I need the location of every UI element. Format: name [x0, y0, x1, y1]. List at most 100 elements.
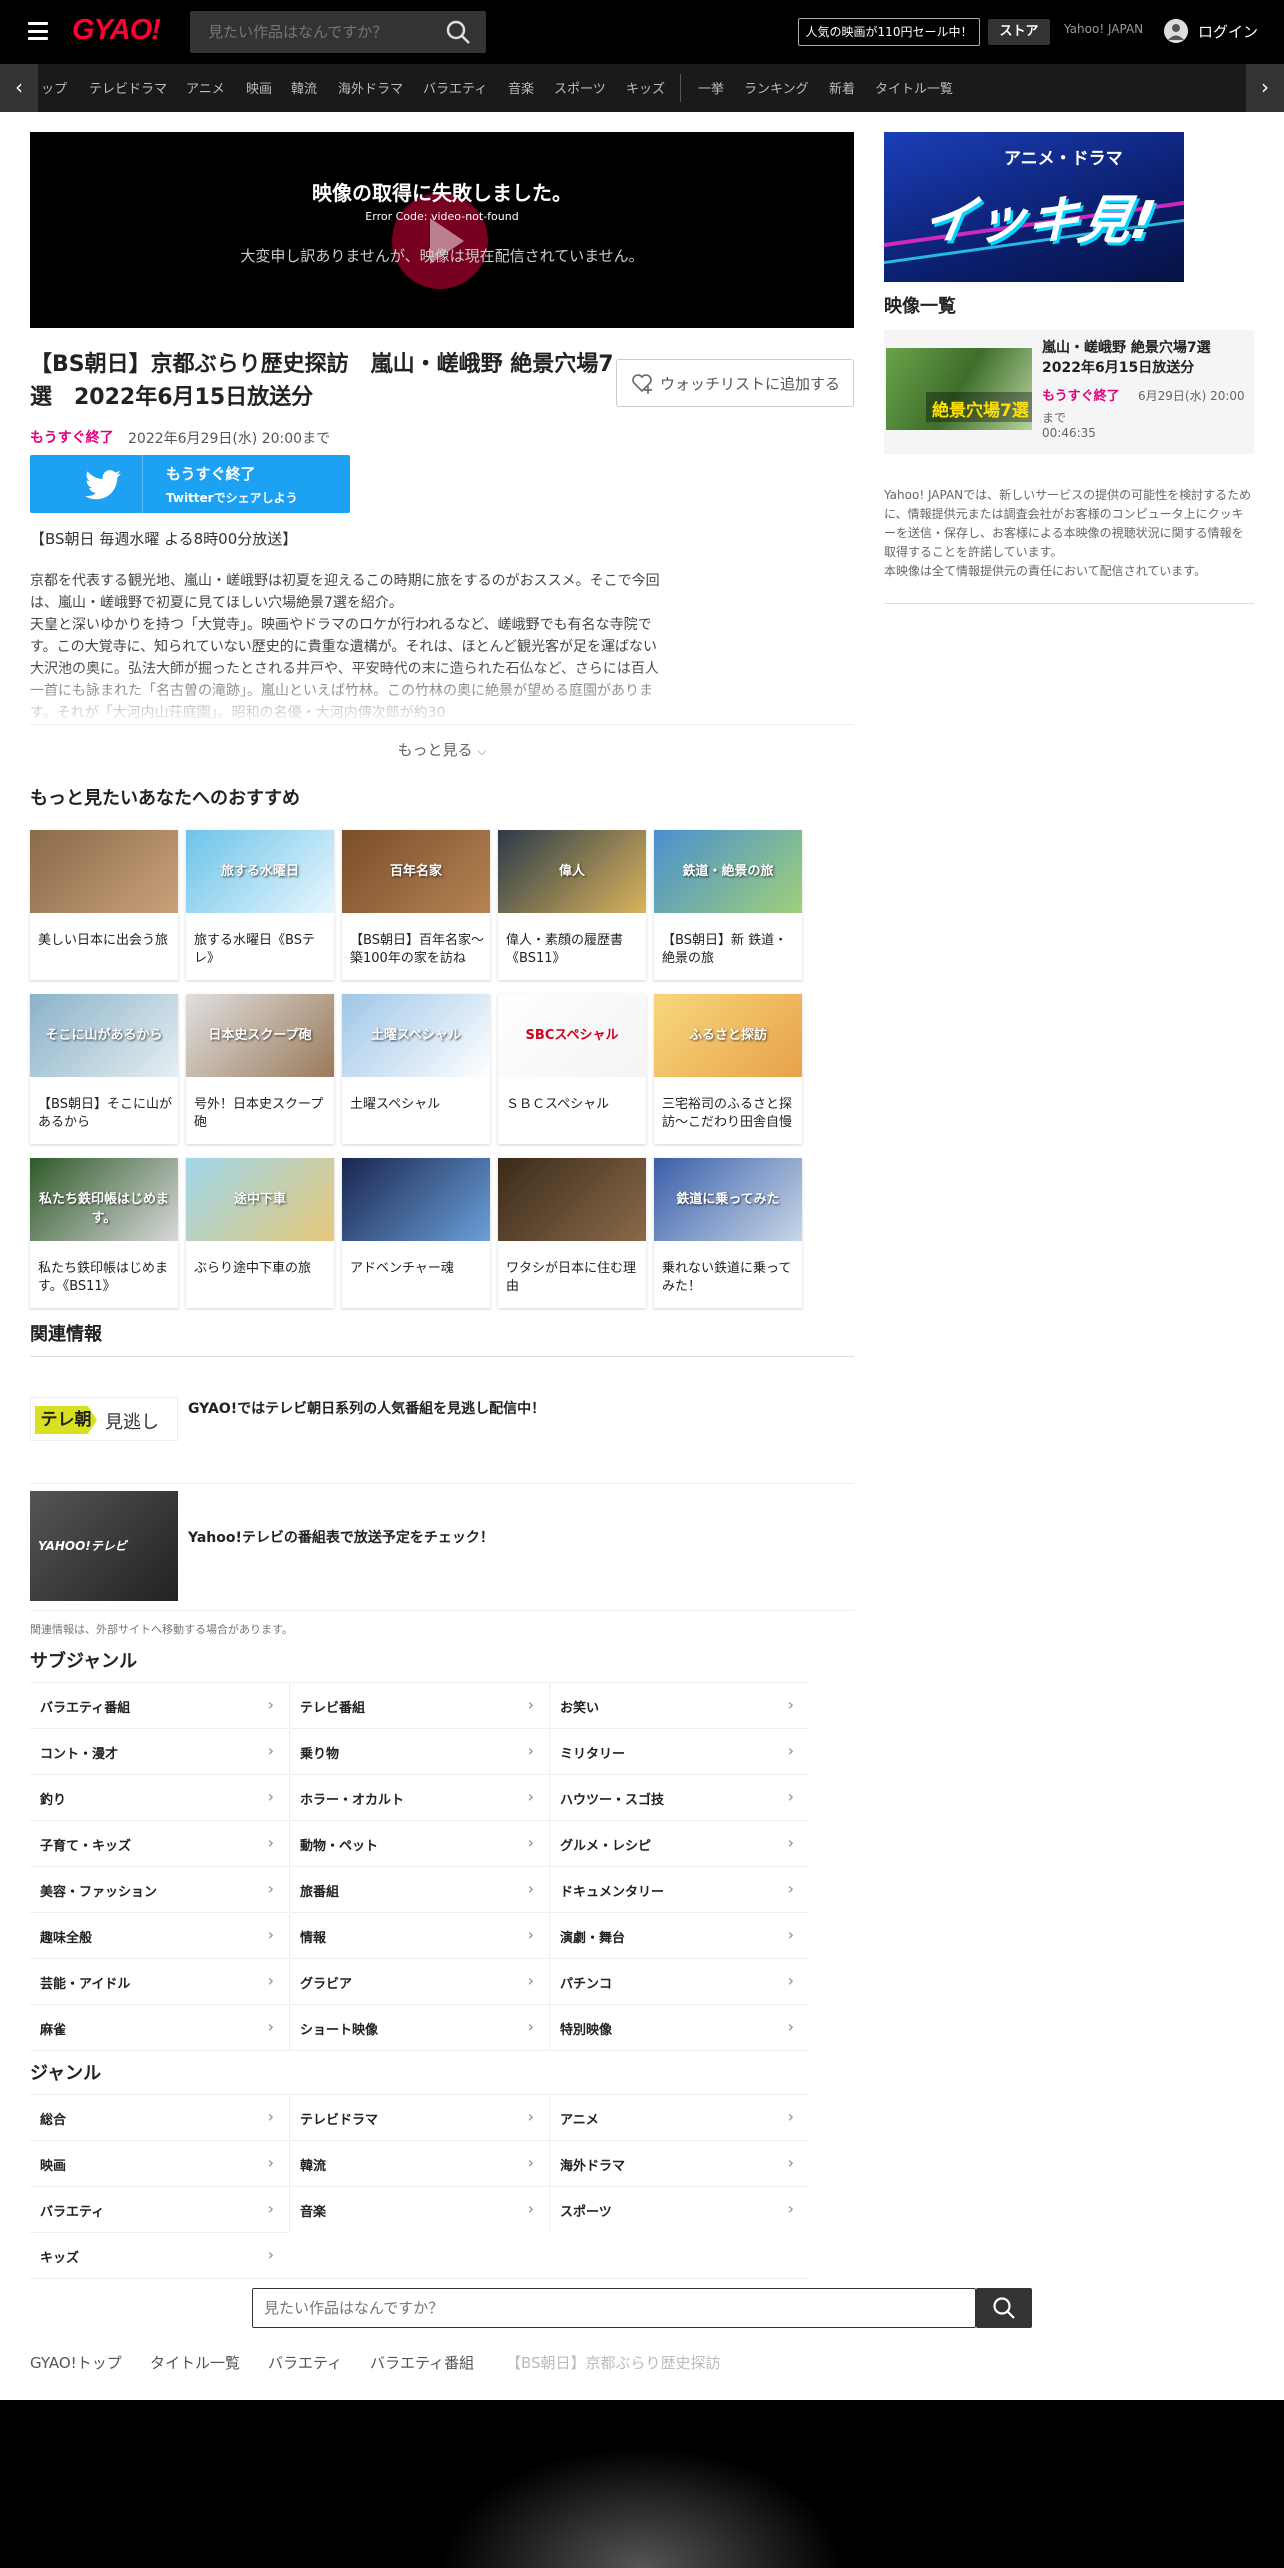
subgenre-item[interactable]: 麻雀 › — [30, 2004, 288, 2050]
recommend-thumbnail[interactable]: そこに山があるから — [30, 994, 178, 1077]
bottom-search-input[interactable] — [264, 2288, 964, 2328]
subgenre-item[interactable]: テレビ番組 › — [290, 1682, 548, 1728]
recommend-card[interactable]: アドベンチャー魂 — [342, 1158, 490, 1308]
subgenre-item[interactable]: 美容・ファッション › — [30, 1866, 288, 1912]
subgenre-item[interactable]: 旅番組 › — [290, 1866, 548, 1912]
recommend-thumbnail[interactable]: 旅する水曜日 — [186, 830, 334, 913]
genre-item[interactable]: テレビドラマ › — [290, 2094, 548, 2140]
recommend-card[interactable]: 私たち鉄印帳はじめます。 私たち鉄印帳はじめます。《BS11》 — [30, 1158, 178, 1308]
subgenre-item[interactable]: 釣り › — [30, 1774, 288, 1820]
recommend-thumbnail[interactable]: 日本史スクープ砲 — [186, 994, 334, 1077]
breadcrumb-variety[interactable]: バラエティ — [268, 2352, 342, 2373]
recommend-card[interactable]: 鉄道に乗ってみた 乗れない鉄道に乗ってみた！ — [654, 1158, 802, 1308]
menu-icon[interactable] — [28, 22, 48, 40]
search-input[interactable] — [208, 11, 448, 53]
yahoo-japan-link[interactable]: Yahoo! JAPAN — [1064, 22, 1143, 36]
breadcrumb-title-list[interactable]: タイトル一覧 — [150, 2352, 240, 2373]
breadcrumb-top[interactable]: GYAO!トップ — [30, 2352, 122, 2373]
genre-item[interactable]: 映画 › — [30, 2140, 288, 2186]
subgenre-item[interactable]: 芸能・アイドル › — [30, 1958, 288, 2004]
yahoo-tv-image[interactable]: YAHOO!テレビ — [30, 1491, 178, 1601]
genre-item[interactable]: 音楽 › — [290, 2186, 548, 2232]
recommend-card[interactable]: 偉人 偉人・素顔の履歴書《BS11》 — [498, 830, 646, 980]
genre-item[interactable]: キッズ › — [30, 2232, 288, 2278]
recommend-card[interactable]: 途中下車 ぶらり途中下車の旅 — [186, 1158, 334, 1308]
video-list-thumbnail[interactable]: 絶景穴場7選 — [886, 348, 1032, 430]
nav-item-foreign-drama[interactable]: 海外ドラマ — [338, 78, 403, 97]
recommend-card[interactable]: 美しい日本に出会う旅 — [30, 830, 178, 980]
nav-next-arrow-icon[interactable]: › — [1246, 64, 1284, 112]
tv-asahi-logo[interactable]: テレ朝 見逃し — [30, 1397, 178, 1441]
show-more-button[interactable]: もっと見る ⌵ — [30, 739, 854, 760]
genre-item[interactable]: アニメ › — [550, 2094, 808, 2140]
nav-item-new[interactable]: 新着 — [829, 78, 855, 97]
subgenre-item[interactable]: お笑い › — [550, 1682, 808, 1728]
nav-item-binge[interactable]: 一挙 — [698, 78, 724, 97]
recommend-card[interactable]: 鉄道・絶景の旅 【BS朝日】新 鉄道・絶景の旅 — [654, 830, 802, 980]
sale-banner[interactable]: 人気の映画が110円セール中！ — [798, 18, 980, 46]
genre-item[interactable]: スポーツ › — [550, 2186, 808, 2232]
recommend-thumbnail[interactable]: 途中下車 — [186, 1158, 334, 1241]
nav-item-movie[interactable]: 映画 — [246, 78, 272, 97]
subgenre-item[interactable]: 特別映像 › — [550, 2004, 808, 2050]
nav-item-sports[interactable]: スポーツ — [554, 78, 606, 97]
nav-item-tvdrama[interactable]: テレビドラマ — [89, 78, 167, 97]
nav-item-kids[interactable]: キッズ — [626, 78, 665, 97]
recommend-thumbnail[interactable] — [342, 1158, 490, 1241]
genre-item[interactable]: 総合 › — [30, 2094, 288, 2140]
recommend-thumbnail[interactable]: SBCスペシャル — [498, 994, 646, 1077]
recommend-thumbnail[interactable]: ふるさと探訪 — [654, 994, 802, 1077]
subgenre-item[interactable]: ドキュメンタリー › — [550, 1866, 808, 1912]
recommend-thumbnail[interactable]: 鉄道・絶景の旅 — [654, 830, 802, 913]
subgenre-item[interactable]: グルメ・レシピ › — [550, 1820, 808, 1866]
nav-item-ranking[interactable]: ランキング — [744, 78, 809, 97]
recommend-card[interactable]: ワタシが日本に住む理由 — [498, 1158, 646, 1308]
recommend-card[interactable]: 百年名家 【BS朝日】百年名家～築100年の家を訪ね — [342, 830, 490, 980]
login-link[interactable]: ログイン — [1198, 21, 1258, 42]
recommend-card[interactable]: 土曜スペシャル 土曜スペシャル — [342, 994, 490, 1144]
recommend-card[interactable]: そこに山があるから 【BS朝日】そこに山があるから — [30, 994, 178, 1144]
genre-item[interactable]: 海外ドラマ › — [550, 2140, 808, 2186]
recommend-thumbnail[interactable]: 私たち鉄印帳はじめます。 — [30, 1158, 178, 1241]
subgenre-item[interactable]: パチンコ › — [550, 1958, 808, 2004]
search-icon[interactable] — [444, 18, 472, 46]
subgenre-item[interactable]: 動物・ペット › — [290, 1820, 548, 1866]
subgenre-item[interactable]: コント・漫才 › — [30, 1728, 288, 1774]
bottom-search-button[interactable] — [976, 2288, 1032, 2328]
recommend-card[interactable]: ふるさと探訪 三宅裕司のふるさと探訪～こだわり田舎自慢 — [654, 994, 802, 1144]
nav-item-music[interactable]: 音楽 — [508, 78, 534, 97]
recommend-thumbnail[interactable]: 土曜スペシャル — [342, 994, 490, 1077]
recommend-card[interactable]: 旅する水曜日 旅する水曜日《BSテレ》 — [186, 830, 334, 980]
recommend-card[interactable]: 日本史スクープ砲 号外！日本史スクープ砲 — [186, 994, 334, 1144]
nav-prev-arrow-icon[interactable]: ‹ — [0, 64, 38, 112]
subgenre-item[interactable]: 演劇・舞台 › — [550, 1912, 808, 1958]
gyao-logo[interactable]: GYAO! — [72, 14, 161, 47]
yahoo-tv-link[interactable]: Yahoo!テレビの番組表で放送予定をチェック！ — [188, 1527, 494, 1547]
subgenre-item[interactable]: ホラー・オカルト › — [290, 1774, 548, 1820]
breadcrumb-variety-program[interactable]: バラエティ番組 — [370, 2352, 474, 2373]
nav-item-title-list[interactable]: タイトル一覧 — [875, 78, 953, 97]
subgenre-item[interactable]: 趣味全般 › — [30, 1912, 288, 1958]
subgenre-item[interactable]: グラビア › — [290, 1958, 548, 2004]
recommend-card[interactable]: SBCスペシャル ＳＢＣスペシャル — [498, 994, 646, 1144]
genre-item[interactable]: 韓流 › — [290, 2140, 548, 2186]
recommend-thumbnail[interactable] — [30, 830, 178, 913]
subgenre-item[interactable]: 子育て・キッズ › — [30, 1820, 288, 1866]
nav-item-variety[interactable]: バラエティ — [423, 78, 487, 97]
binge-watch-banner[interactable]: アニメ・ドラマ イッキ見! — [884, 132, 1184, 282]
recommend-thumbnail[interactable]: 偉人 — [498, 830, 646, 913]
recommend-thumbnail[interactable]: 百年名家 — [342, 830, 490, 913]
user-icon[interactable] — [1164, 19, 1188, 43]
genre-item[interactable]: バラエティ › — [30, 2186, 288, 2232]
subgenre-item[interactable]: ハウツー・スゴ技 › — [550, 1774, 808, 1820]
recommend-thumbnail[interactable]: 鉄道に乗ってみた — [654, 1158, 802, 1241]
subgenre-item[interactable]: ミリタリー › — [550, 1728, 808, 1774]
tv-asahi-link[interactable]: GYAO!ではテレビ朝日系列の人気番組を見逃し配信中！ — [188, 1398, 545, 1418]
subgenre-item[interactable]: バラエティ番組 › — [30, 1682, 288, 1728]
subgenre-item[interactable]: ショート映像 › — [290, 2004, 548, 2050]
nav-item-korea[interactable]: 韓流 — [291, 78, 317, 97]
subgenre-item[interactable]: 情報 › — [290, 1912, 548, 1958]
subgenre-item[interactable]: 乗り物 › — [290, 1728, 548, 1774]
store-button[interactable]: ストア — [988, 19, 1050, 45]
recommend-thumbnail[interactable] — [498, 1158, 646, 1241]
